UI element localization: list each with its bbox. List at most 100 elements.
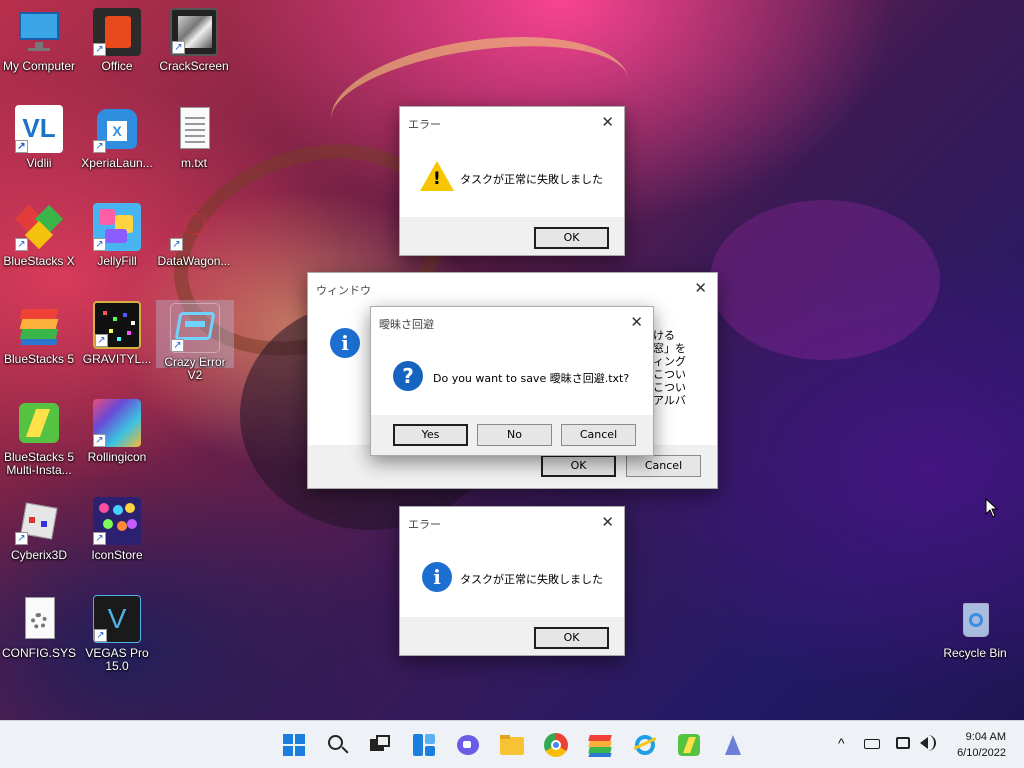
question-icon: ?: [393, 361, 423, 391]
dialog-titlebar[interactable]: エラー ✕: [400, 107, 624, 137]
info-icon: i: [422, 562, 452, 592]
close-icon[interactable]: ✕: [601, 113, 614, 131]
ok-button[interactable]: OK: [541, 455, 616, 477]
dialog-title: エラー: [408, 118, 441, 131]
bluestacks-multi-instance-icon: [15, 399, 63, 447]
shortcut-arrow-icon: ↗: [95, 334, 108, 347]
dialog-titlebar[interactable]: 曖昧さ回避 ✕: [371, 307, 653, 337]
dialog-title: 曖昧さ回避: [379, 318, 434, 331]
desktop-icon-vidlii[interactable]: VL ↗ Vidlii: [0, 99, 81, 170]
volume-icon[interactable]: [920, 737, 928, 749]
desktop-icon-m-txt[interactable]: m.txt: [152, 99, 236, 170]
keyboard-icon[interactable]: [864, 739, 880, 749]
desktop-icon-bluestacks-5-multi[interactable]: BlueStacks 5 Multi-Insta...: [0, 393, 81, 477]
cancel-button[interactable]: Cancel: [561, 424, 636, 446]
chrome-icon[interactable]: [542, 731, 570, 759]
no-button[interactable]: No: [477, 424, 552, 446]
desktop-icon-bluestacks-x[interactable]: ↗ BlueStacks X: [0, 197, 81, 268]
shortcut-arrow-icon: ↗: [171, 339, 184, 352]
desktop-icon-label: Recycle Bin: [943, 646, 1007, 660]
desktop-icon-my-computer[interactable]: My Computer: [0, 2, 81, 73]
dialog-title: ウィンドウ: [316, 284, 371, 297]
close-icon[interactable]: ✕: [694, 279, 707, 297]
desktop-icon-label: BlueStacks X: [3, 254, 75, 268]
network-icon[interactable]: [896, 737, 910, 749]
desktop-icon-rollingicon[interactable]: ↗ Rollingicon: [75, 393, 159, 464]
gravity-icon: ↗: [93, 301, 141, 349]
dialog-body: i タスクが正常に失敗しました: [400, 537, 624, 617]
desktop-icon-jellyfill[interactable]: ↗ JellyFill: [75, 197, 159, 268]
error-dialog-top[interactable]: エラー ✕ ! タスクが正常に失敗しました OK: [399, 106, 625, 256]
office-icon: ↗: [93, 8, 141, 56]
desktop-icon-label: DataWagon...: [157, 254, 231, 268]
dialog-footer: OK: [400, 217, 624, 255]
start-icon[interactable]: [280, 731, 308, 759]
internet-explorer-icon[interactable]: [631, 731, 659, 759]
dialog-title: エラー: [408, 518, 441, 531]
partial-text-line: こつい: [653, 368, 686, 381]
ok-button[interactable]: OK: [534, 227, 609, 249]
warning-icon: !: [420, 161, 454, 191]
desktop-icon-config-sys[interactable]: CONFIG.SYS: [0, 589, 81, 660]
shortcut-arrow-icon: ↗: [15, 532, 28, 545]
yes-button[interactable]: Yes: [393, 424, 468, 446]
desktop-icon-label: My Computer: [2, 59, 76, 73]
cracked-screen-icon: ↗: [170, 8, 218, 56]
desktop-icon-label: Crazy Error V2: [164, 355, 226, 382]
chat-icon[interactable]: [454, 731, 482, 759]
tray-chevron-icon[interactable]: ^: [838, 735, 845, 751]
desktop-icon-gravityl[interactable]: ↗ GRAVITYL...: [75, 295, 159, 366]
desktop-icon-recycle-bin[interactable]: Recycle Bin: [933, 589, 1017, 660]
error-dialog-bottom[interactable]: エラー ✕ i タスクが正常に失敗しました OK: [399, 506, 625, 656]
desktop-icon-crackscreen[interactable]: ↗ CrackScreen: [152, 2, 236, 73]
desktop-icon-label: JellyFill: [97, 254, 137, 268]
partial-text-line: こつい: [653, 381, 686, 394]
desktop-icon-datawagon[interactable]: ↗ DataWagon...: [152, 197, 236, 268]
save-prompt-dialog[interactable]: 曖昧さ回避 ✕ ? Do you want to save 曖昧さ回避.txt?…: [370, 306, 654, 456]
aurora-icon[interactable]: [719, 731, 747, 759]
search-icon[interactable]: [323, 731, 351, 759]
desktop-icon-label: GRAVITYL...: [82, 352, 152, 366]
dialog-message: タスクが正常に失敗しました: [460, 173, 603, 186]
shortcut-arrow-icon: ↗: [172, 41, 185, 54]
system-clock[interactable]: 9:04 AM 6/10/2022: [957, 729, 1006, 761]
dialog-message-partial: ける 窓」を ィング こつい こつい アルバ: [653, 329, 686, 407]
shortcut-arrow-icon: ↗: [15, 238, 28, 251]
widgets-icon[interactable]: [410, 731, 438, 759]
vidlii-icon: VL ↗: [15, 105, 63, 153]
bluestacks-5-icon: [15, 301, 63, 349]
shortcut-arrow-icon: ↗: [15, 140, 28, 153]
shortcut-arrow-icon: ↗: [93, 532, 106, 545]
desktop-icon-label: m.txt: [181, 156, 207, 170]
close-icon[interactable]: ✕: [601, 513, 614, 531]
bluestacks-multi-icon[interactable]: [675, 731, 703, 759]
xperia-launcher-icon: X ↗: [93, 105, 141, 153]
taskbar: ^ 9:04 AM 6/10/2022: [0, 720, 1024, 768]
desktop-icon-vegas-pro[interactable]: V ↗ VEGAS Pro 15.0: [75, 589, 159, 673]
desktop-icon-label: Office: [101, 59, 133, 73]
desktop-icon-label: Vidlii: [26, 156, 52, 170]
task-view-icon[interactable]: [366, 731, 394, 759]
desktop-icon-xperialauncher[interactable]: X ↗ XperiaLaun...: [75, 99, 159, 170]
close-icon[interactable]: ✕: [630, 313, 643, 331]
text-file-icon: [170, 105, 218, 153]
desktop-icon-label: Cyberix3D: [10, 548, 67, 562]
desktop-icon-label: VEGAS Pro 15.0: [85, 646, 149, 673]
ok-button[interactable]: OK: [534, 627, 609, 649]
icon-store-icon: ↗: [93, 497, 141, 545]
dialog-titlebar[interactable]: エラー ✕: [400, 507, 624, 537]
recycle-bin-icon: [951, 595, 999, 643]
desktop-icon-office[interactable]: ↗ Office: [75, 2, 159, 73]
cancel-button[interactable]: Cancel: [626, 455, 701, 477]
monitor-icon: [15, 8, 63, 56]
desktop-icon-crazy-error-v2[interactable]: ↗ Crazy Error V2: [156, 300, 234, 382]
desktop-icon-label: CrackScreen: [159, 59, 229, 73]
shortcut-arrow-icon: ↗: [93, 140, 106, 153]
dialog-titlebar[interactable]: ウィンドウ ✕: [308, 273, 717, 303]
desktop-icon-cyberix3d[interactable]: ↗ Cyberix3D: [0, 491, 81, 562]
file-explorer-icon[interactable]: [498, 731, 526, 759]
desktop-icon-iconstore[interactable]: ↗ IconStore: [75, 491, 159, 562]
desktop-icon-bluestacks-5[interactable]: BlueStacks 5: [0, 295, 81, 366]
bluestacks-icon[interactable]: [586, 731, 614, 759]
shortcut-arrow-icon: ↗: [170, 238, 183, 251]
